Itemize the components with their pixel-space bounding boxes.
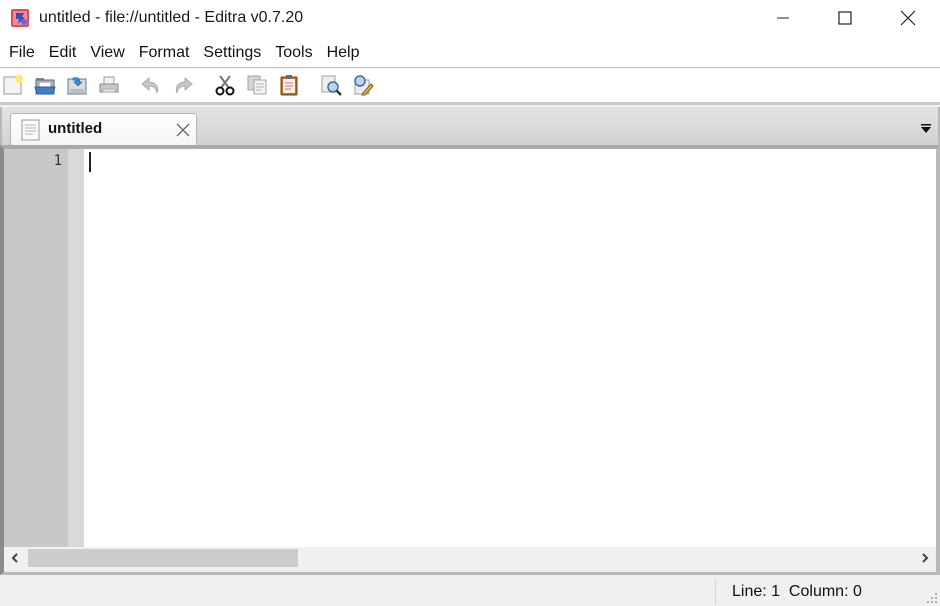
- toolbar: [0, 69, 940, 105]
- menu-help[interactable]: Help: [320, 38, 367, 68]
- redo-icon: [175, 76, 193, 94]
- minimize-icon: [777, 17, 789, 19]
- horizontal-scrollbar[interactable]: [4, 547, 936, 569]
- document-icon: [21, 119, 40, 141]
- menu-file[interactable]: File: [2, 38, 42, 68]
- copy-icon: [247, 75, 267, 95]
- chevron-left-icon: [11, 553, 18, 563]
- find-icon: [321, 75, 342, 96]
- printer-icon: [99, 76, 119, 93]
- status-divider: [715, 580, 716, 604]
- new-document-icon: [3, 75, 23, 95]
- editor-frame: 1: [0, 145, 940, 575]
- scissors-icon: [215, 75, 235, 96]
- copy-button[interactable]: [244, 72, 270, 98]
- menu-bar: File Edit View Format Settings Tools Hel…: [0, 38, 940, 68]
- find-button[interactable]: [318, 72, 344, 98]
- maximize-button[interactable]: [822, 0, 868, 36]
- open-file-button[interactable]: [32, 72, 58, 98]
- title-bar: untitled - file://untitled - Editra v0.7…: [0, 0, 940, 38]
- menu-tools[interactable]: Tools: [268, 38, 319, 68]
- save-icon: [67, 77, 87, 95]
- status-bar: Line: 1 Column: 0: [0, 578, 940, 606]
- undo-button[interactable]: [138, 72, 164, 98]
- minimize-button[interactable]: [760, 0, 806, 36]
- print-button[interactable]: [96, 72, 122, 98]
- fold-margin[interactable]: [68, 149, 84, 547]
- tab-label: untitled: [48, 120, 103, 137]
- editra-app-icon: [11, 9, 29, 27]
- paste-button[interactable]: [276, 72, 302, 98]
- clipboard-icon: [280, 75, 298, 96]
- tab-menu-dropdown-icon[interactable]: [920, 123, 932, 135]
- close-icon: [900, 10, 916, 26]
- find-replace-button[interactable]: [350, 72, 376, 98]
- menu-edit[interactable]: Edit: [42, 38, 84, 68]
- undo-icon: [141, 76, 159, 94]
- menu-view[interactable]: View: [83, 38, 131, 68]
- close-button[interactable]: [885, 0, 931, 36]
- redo-button[interactable]: [170, 72, 196, 98]
- menu-format[interactable]: Format: [132, 38, 197, 68]
- find-replace-icon: [354, 75, 374, 96]
- tab-untitled[interactable]: untitled: [10, 113, 197, 146]
- chevron-right-icon: [922, 553, 929, 563]
- tab-close-icon[interactable]: [175, 122, 191, 138]
- text-editor[interactable]: [84, 149, 936, 547]
- window-title: untitled - file://untitled - Editra v0.7…: [39, 9, 304, 26]
- new-file-button[interactable]: [0, 72, 26, 98]
- open-folder-icon: [34, 78, 56, 95]
- scroll-left-button[interactable]: [4, 547, 26, 569]
- line-number-gutter: 1: [4, 149, 68, 547]
- cursor-position: Line: 1 Column: 0: [732, 583, 862, 600]
- scroll-right-button[interactable]: [914, 547, 936, 569]
- maximize-icon: [838, 11, 852, 25]
- editra-window: untitled - file://untitled - Editra v0.7…: [0, 0, 940, 606]
- line-number: 1: [53, 153, 62, 169]
- resize-grip-icon[interactable]: [926, 592, 938, 604]
- cut-button[interactable]: [212, 72, 238, 98]
- menu-settings[interactable]: Settings: [196, 38, 268, 68]
- save-file-button[interactable]: [64, 72, 90, 98]
- text-caret: [89, 152, 91, 172]
- scroll-thumb[interactable]: [28, 549, 298, 567]
- tab-strip: untitled: [0, 107, 940, 146]
